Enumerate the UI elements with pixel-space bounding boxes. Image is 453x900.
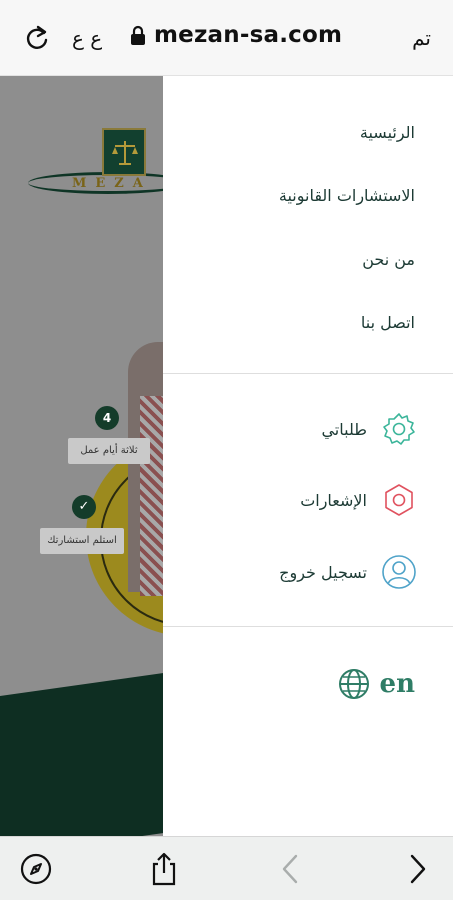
menu-item-contact[interactable]: اتصل بنا: [361, 313, 415, 332]
chevron-left-icon[interactable]: [272, 851, 308, 887]
gear-icon: [383, 413, 415, 445]
menu-item-notifications[interactable]: الإشعارات: [300, 482, 417, 518]
globe-icon: [338, 669, 369, 699]
step-check-badge: ✓: [72, 495, 96, 519]
logo-text: MEZA: [72, 176, 152, 191]
url-text: mezan-sa.com: [154, 22, 343, 48]
compass-icon[interactable]: [18, 851, 54, 887]
chevron-right-icon[interactable]: [400, 851, 436, 887]
text-size-button[interactable]: ع ع: [72, 26, 102, 50]
user-icon: [382, 555, 416, 589]
menu-item-legal-consultations[interactable]: الاستشارات القانونية: [279, 186, 415, 205]
browser-top-bar: ع ع mezan-sa.com تم: [0, 0, 453, 76]
lock-icon: [131, 25, 145, 45]
side-menu: الرئيسية الاستشارات القانونية من نحن اتص…: [163, 76, 453, 836]
language-label: en: [379, 669, 415, 699]
scales-icon: [112, 141, 138, 165]
menu-item-about[interactable]: من نحن: [362, 250, 415, 269]
done-button[interactable]: تم: [412, 26, 431, 50]
menu-item-label: الإشعارات: [300, 490, 367, 510]
step-label: ثلاثة أيام عمل: [68, 438, 150, 464]
step-badge: 4: [95, 406, 119, 430]
menu-item-home[interactable]: الرئيسية: [360, 123, 415, 142]
language-switch[interactable]: en: [338, 668, 415, 700]
logo-emblem: [102, 128, 146, 176]
address-bar[interactable]: mezan-sa.com: [130, 22, 342, 48]
hexagon-icon: [385, 484, 413, 516]
reload-icon[interactable]: [24, 24, 50, 52]
menu-item-my-requests[interactable]: طلباتي: [321, 411, 417, 447]
share-icon[interactable]: [146, 851, 182, 887]
menu-divider: [163, 626, 453, 627]
menu-item-label: طلباتي: [321, 419, 367, 439]
menu-item-label: تسجيل خروج: [279, 562, 367, 582]
browser-bottom-bar: [0, 836, 453, 900]
menu-item-logout[interactable]: تسجيل خروج: [279, 554, 417, 590]
step-label: استلم استشارتك: [40, 528, 124, 554]
menu-divider: [163, 373, 453, 374]
